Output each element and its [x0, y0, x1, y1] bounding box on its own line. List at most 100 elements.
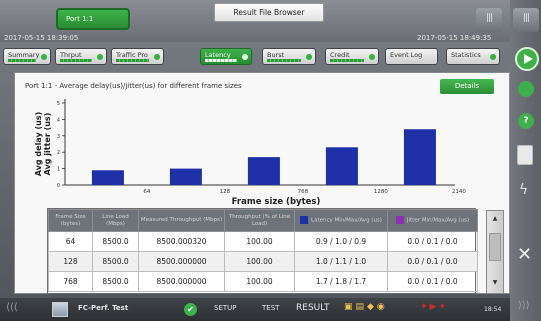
tab-label: Event Log	[390, 51, 423, 59]
tab-label: Summary	[8, 51, 40, 59]
cell-frame-size: 64	[48, 231, 93, 252]
bar	[325, 147, 358, 185]
cell-measured-throughput: 8500.000000	[138, 251, 225, 272]
x-tick-label: 64	[143, 189, 150, 195]
cell-line-load: 8500.0	[92, 231, 139, 252]
tab-statistics[interactable]: Statistics	[446, 48, 500, 65]
y-tick-label: 3	[57, 134, 60, 140]
cell-throughput-percent: 100.00	[224, 231, 295, 252]
tab-label: Traffic Pro	[116, 51, 148, 59]
tab-thrput[interactable]: Thrput	[55, 48, 107, 65]
right-rail: ||| ? ϟ ✕ ⟩⟩⟩	[510, 0, 541, 321]
y-axis-label: Avg delay (us)	[34, 112, 43, 176]
tab-status-dot	[242, 54, 248, 60]
top-bar: Port 1:1 Result File Browser 2017-05-15 …	[0, 0, 510, 42]
table-row[interactable]: 768 8500.0 8500.000000 100.00 1.7 / 1.8 …	[48, 271, 478, 292]
table-row[interactable]: 64 8500.0 8500.000320 100.00 0.9 / 1.0 /…	[48, 231, 478, 252]
grip-handle-icon[interactable]: |||	[476, 8, 502, 32]
collapse-right-icon[interactable]: ⟩⟩⟩	[518, 300, 541, 321]
bar	[247, 157, 280, 185]
x-tick-label: 128	[220, 189, 231, 195]
tab-status-bar	[267, 59, 301, 62]
tab-summary[interactable]: Summary	[3, 48, 51, 65]
tab-label: Latency	[205, 51, 231, 59]
tab-status-dot	[154, 54, 160, 60]
cell-line-load: 8500.0	[92, 271, 139, 292]
col-jitter-label: Jitter Min/Max/Avg (us)	[406, 217, 470, 224]
grip-handle-icon[interactable]: |||	[513, 8, 539, 32]
y-tick-label: 0	[57, 183, 60, 189]
alarm-icons: ✦▶✦	[420, 302, 449, 312]
cell-latency: 0.9 / 1.0 / 0.9	[294, 231, 388, 252]
tab-status-dot	[97, 54, 103, 60]
end-timestamp: 2017-05-15 18:49:35	[417, 34, 492, 42]
cell-jitter: 0.0 / 0.1 / 0.0	[387, 271, 478, 292]
cell-latency: 1.0 / 1.1 / 1.0	[294, 251, 388, 272]
y-tick-label: 4	[57, 117, 60, 123]
col-frame-size[interactable]: Frame Size (bytes)	[48, 209, 93, 232]
status-icons: ▣▤◆◉	[344, 302, 388, 312]
tab-bar: Summary Thrput Traffic Pro Latency Burst…	[0, 48, 510, 68]
x-axis-label: Frame size (bytes)	[232, 197, 321, 207]
x-tick-label: 1280	[374, 189, 388, 195]
cell-jitter: 0.0 / 0.1 / 0.0	[387, 231, 478, 252]
x-tick-label: 2140	[452, 189, 466, 195]
tab-label: Statistics	[451, 51, 481, 59]
tab-credit[interactable]: Credit	[325, 48, 379, 65]
cell-frame-size: 128	[48, 251, 93, 272]
table-header-row: Frame Size (bytes) Line Load (Mbps) Meas…	[48, 209, 478, 232]
test-button[interactable]: TEST	[262, 304, 279, 312]
tab-burst[interactable]: Burst	[262, 48, 316, 65]
tab-label: Burst	[267, 51, 285, 59]
y-tick-label: 1	[57, 167, 60, 173]
play-icon[interactable]	[515, 47, 539, 71]
col-jitter[interactable]: Jitter Min/Max/Avg (us)	[387, 209, 478, 232]
cell-throughput-percent: 100.00	[224, 271, 295, 292]
tab-status-dot	[369, 54, 375, 60]
scroll-down-icon[interactable]: ▼	[489, 279, 501, 289]
cell-measured-throughput: 8500.000320	[138, 231, 225, 252]
cell-frame-size: 768	[48, 271, 93, 292]
tab-label: Credit	[330, 51, 350, 59]
result-button[interactable]: RESULT	[296, 303, 330, 313]
cell-jitter: 0.0 / 0.1 / 0.0	[387, 251, 478, 272]
x-tick-label: 768	[298, 189, 309, 195]
port-button[interactable]: Port 1:1	[56, 8, 130, 30]
y-axis-label: Avg jitter (us)	[43, 113, 52, 176]
tab-traffic-pro[interactable]: Traffic Pro	[111, 48, 164, 65]
table-row[interactable]: 128 8500.0 8500.000000 100.00 1.0 / 1.1 …	[48, 251, 478, 272]
table-scrollbar[interactable]: ▲ ▼	[486, 210, 504, 294]
tab-status-bar	[60, 59, 92, 62]
app-icon[interactable]	[52, 302, 68, 317]
col-line-load[interactable]: Line Load (Mbps)	[92, 209, 139, 232]
bar	[403, 129, 436, 185]
report-icon[interactable]	[517, 145, 533, 165]
col-latency[interactable]: Latency Min/Max/Avg (us)	[294, 209, 388, 232]
app-window: Port 1:1 Result File Browser 2017-05-15 …	[0, 0, 541, 321]
help-icon[interactable]: ?	[518, 113, 534, 129]
col-measured-throughput[interactable]: Measured Throughput (Mbps)	[138, 209, 225, 232]
setup-button[interactable]: SETUP	[214, 304, 237, 312]
app-name: FC-Perf. Test	[78, 304, 129, 312]
cell-latency: 1.7 / 1.8 / 1.7	[294, 271, 388, 292]
tab-status-bar	[116, 59, 149, 62]
bottom-bar: ⟨⟨⟨ FC-Perf. Test ✔ SETUP TEST RESULT ▣▤…	[0, 298, 510, 321]
scroll-thumb[interactable]	[489, 233, 501, 261]
tab-event-log[interactable]: Event Log	[385, 48, 438, 65]
tab-status-bar	[205, 59, 237, 62]
latency-chart: 0 1 2 3 4 5 Avg delay (us) Avg jitter (us) 64 128…	[34, 99, 466, 207]
tab-status-dot	[306, 54, 312, 60]
scroll-up-icon[interactable]: ▲	[489, 215, 501, 225]
clock: 18:54	[484, 306, 502, 313]
collapse-left-icon[interactable]: ⟨⟨⟨	[6, 302, 18, 313]
tab-status-dot	[490, 54, 496, 60]
close-icon[interactable]: ✕	[517, 244, 541, 268]
latency-swatch	[300, 216, 309, 225]
lightning-icon[interactable]: ϟ	[519, 182, 541, 206]
cell-line-load: 8500.0	[92, 251, 139, 272]
y-tick-label: 2	[57, 150, 60, 156]
bar	[91, 170, 124, 185]
tab-latency[interactable]: Latency	[200, 48, 252, 65]
col-throughput-percent[interactable]: Throughput (% of Line Load)	[224, 209, 295, 232]
page-title: Result File Browser	[214, 3, 324, 22]
